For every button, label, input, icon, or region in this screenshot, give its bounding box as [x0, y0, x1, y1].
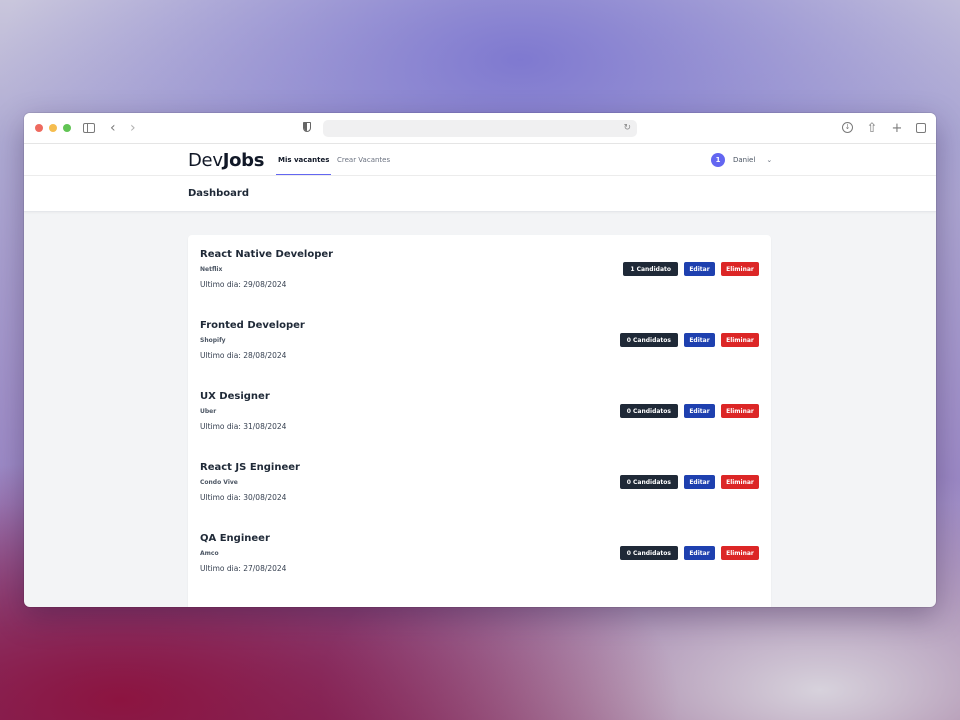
candidates-button[interactable]: 0 Candidatos: [619, 404, 678, 418]
list-item: Fronted Developer Shopify Ultimo dia: 28…: [200, 320, 759, 376]
job-deadline: Ultimo dia: 29/08/2024: [200, 280, 287, 289]
job-deadline: Ultimo dia: 30/08/2024: [200, 493, 287, 502]
job-title[interactable]: QA Engineer: [200, 533, 270, 544]
job-company: Condo Vive: [200, 479, 238, 486]
job-actions: 0 Candidatos Editar Eliminar: [619, 546, 759, 560]
list-item: UX Designer Uber Ultimo dia: 31/08/2024 …: [200, 391, 759, 447]
edit-button[interactable]: Editar: [684, 546, 715, 560]
address-bar[interactable]: ↻: [323, 120, 637, 137]
job-title[interactable]: React Native Developer: [200, 249, 333, 260]
job-company: Uber: [200, 408, 217, 415]
zoom-window-button[interactable]: [63, 124, 71, 132]
forward-icon[interactable]: ›: [130, 121, 136, 135]
list-item: React JS Engineer Condo Vive Ultimo dia:…: [200, 462, 759, 518]
reload-icon[interactable]: ↻: [623, 123, 631, 133]
toolbar-actions: ↓ ⇧ +: [842, 120, 926, 136]
list-item: React Native Developer Netflix Ultimo di…: [200, 249, 759, 305]
edit-button[interactable]: Editar: [684, 475, 715, 489]
shield-icon[interactable]: [303, 122, 311, 132]
job-actions: 1 Candidato Editar Eliminar: [623, 262, 759, 276]
job-title[interactable]: UX Designer: [200, 391, 270, 402]
share-icon[interactable]: ⇧: [866, 120, 878, 136]
user-name[interactable]: Daniel: [733, 156, 755, 164]
jobs-list: React Native Developer Netflix Ultimo di…: [188, 235, 771, 607]
app-logo[interactable]: DevJobs: [188, 150, 264, 171]
job-title[interactable]: Fronted Developer: [200, 320, 305, 331]
candidates-button[interactable]: 0 Candidatos: [619, 546, 678, 560]
job-title[interactable]: React JS Engineer: [200, 462, 300, 473]
download-icon[interactable]: ↓: [842, 122, 853, 133]
job-company: Netflix: [200, 266, 223, 273]
delete-button[interactable]: Eliminar: [721, 546, 759, 560]
app-navbar: DevJobs Mis vacantes Crear Vacantes 1 Da…: [24, 144, 936, 176]
page-header: Dashboard: [24, 176, 936, 212]
job-deadline: Ultimo dia: 27/08/2024: [200, 564, 287, 573]
browser-toolbar: ‹ › ↻ ↓ ⇧ +: [24, 113, 936, 144]
delete-button[interactable]: Eliminar: [721, 262, 759, 276]
nav-link-crear-vacantes[interactable]: Crear Vacantes: [337, 156, 390, 164]
job-company: Shopify: [200, 337, 226, 344]
edit-button[interactable]: Editar: [684, 262, 715, 276]
list-item: QA Engineer Amco Ultimo dia: 27/08/2024 …: [200, 533, 759, 589]
job-actions: 0 Candidatos Editar Eliminar: [619, 404, 759, 418]
candidates-button[interactable]: 1 Candidato: [623, 262, 678, 276]
candidates-button[interactable]: 0 Candidatos: [619, 475, 678, 489]
job-actions: 0 Candidatos Editar Eliminar: [619, 475, 759, 489]
logo-bold: Jobs: [222, 150, 265, 171]
delete-button[interactable]: Eliminar: [721, 404, 759, 418]
browser-window: ‹ › ↻ ↓ ⇧ + DevJobs Mis vacantes Crear V…: [24, 113, 936, 607]
minimize-window-button[interactable]: [49, 124, 57, 132]
delete-button[interactable]: Eliminar: [721, 333, 759, 347]
logo-regular: Dev: [188, 150, 223, 171]
edit-button[interactable]: Editar: [684, 404, 715, 418]
tabs-overview-icon[interactable]: [916, 123, 926, 133]
sidebar-toggle-icon[interactable]: [83, 123, 95, 133]
job-deadline: Ultimo dia: 28/08/2024: [200, 351, 287, 360]
job-deadline: Ultimo dia: 31/08/2024: [200, 422, 287, 431]
job-actions: 0 Candidatos Editar Eliminar: [619, 333, 759, 347]
delete-button[interactable]: Eliminar: [721, 475, 759, 489]
notifications-badge[interactable]: 1: [711, 153, 725, 167]
window-controls: [35, 124, 71, 132]
close-window-button[interactable]: [35, 124, 43, 132]
edit-button[interactable]: Editar: [684, 333, 715, 347]
page-title: Dashboard: [188, 188, 249, 199]
chevron-down-icon[interactable]: ⌄: [766, 156, 772, 164]
candidates-button[interactable]: 0 Candidatos: [619, 333, 678, 347]
back-icon[interactable]: ‹: [110, 121, 116, 135]
new-tab-icon[interactable]: +: [891, 120, 903, 136]
job-company: Amco: [200, 550, 219, 557]
user-menu[interactable]: 1 Daniel ⌄: [711, 153, 772, 167]
nav-link-mis-vacantes[interactable]: Mis vacantes: [275, 156, 332, 175]
